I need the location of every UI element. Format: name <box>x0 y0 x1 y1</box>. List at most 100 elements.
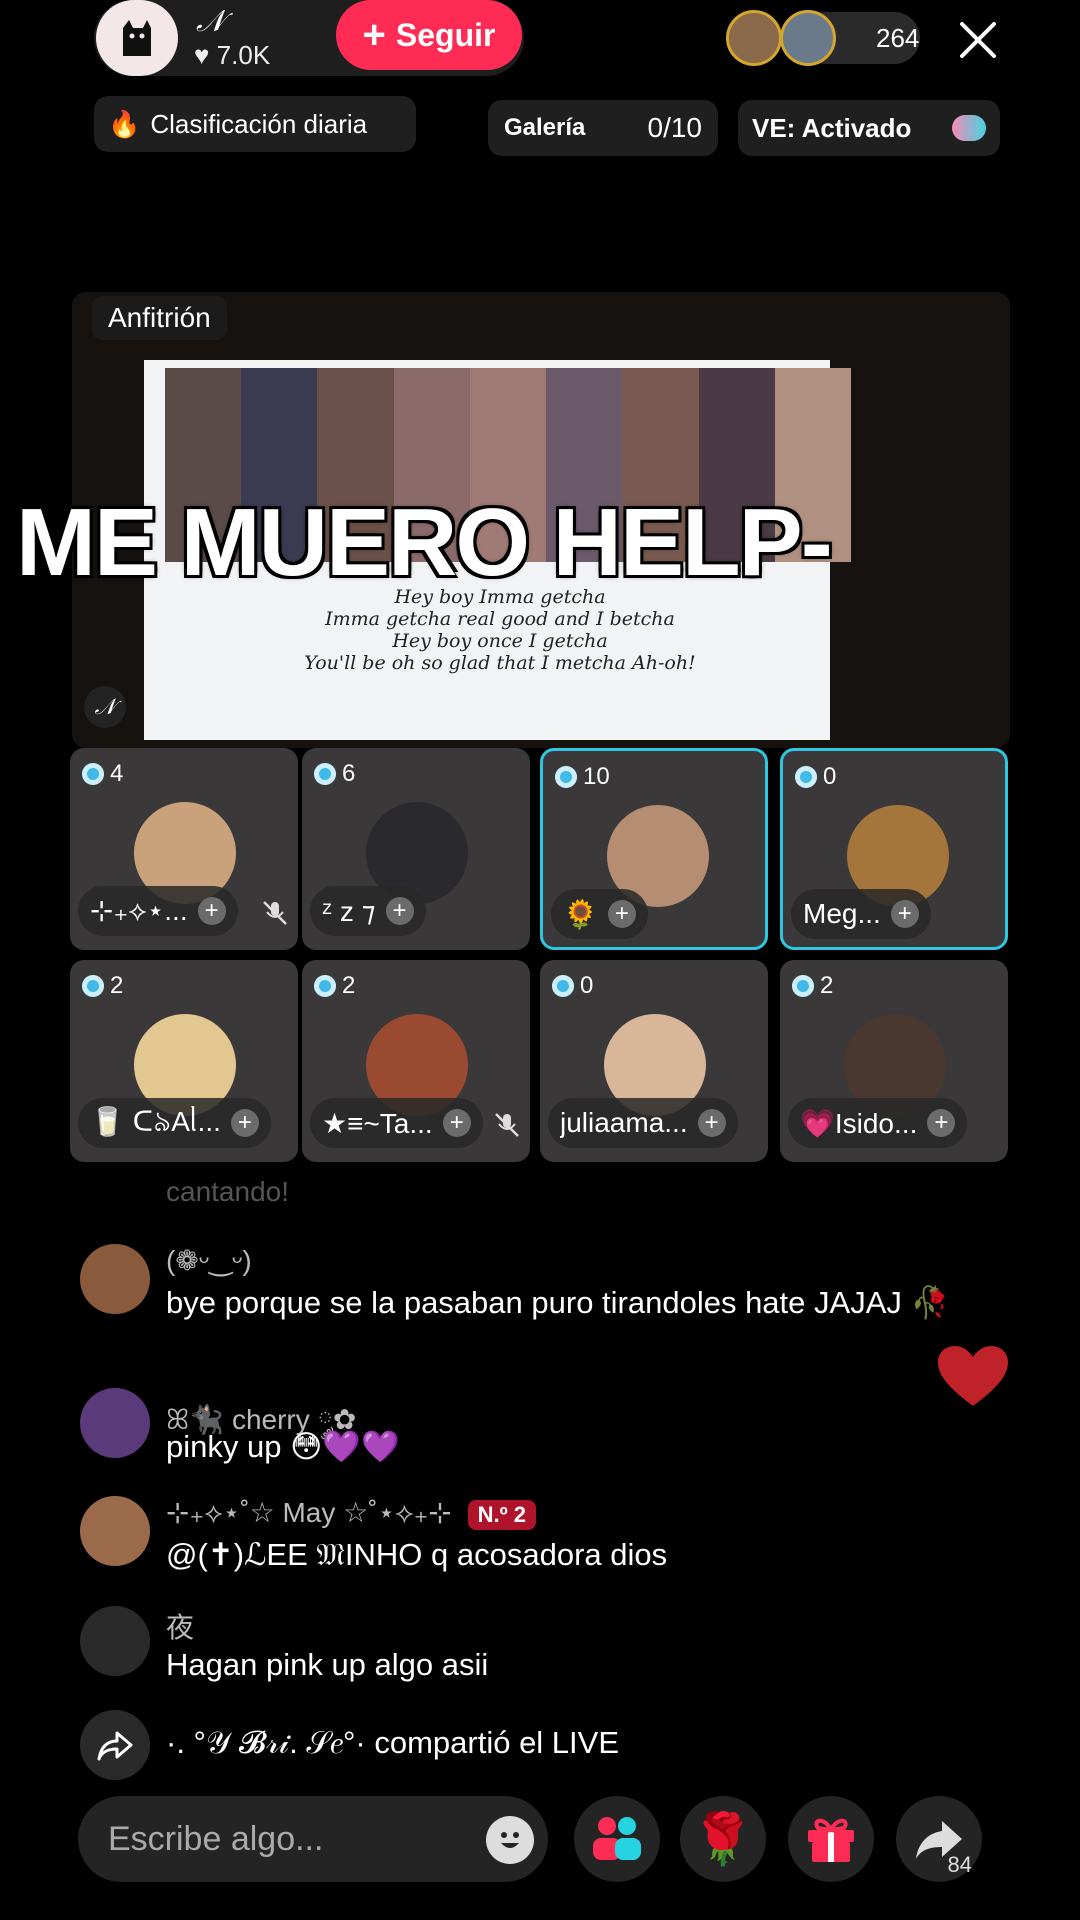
guest-count-value: 4 <box>110 760 124 787</box>
chat-avatar[interactable] <box>80 1606 150 1676</box>
coin-icon <box>552 975 574 997</box>
rose-icon: 🌹 <box>691 1810 755 1867</box>
follow-label: Seguir <box>395 16 496 53</box>
share-button[interactable]: 84 <box>896 1796 982 1882</box>
daily-ranking-chip[interactable]: 🔥 Clasificación diaria <box>94 96 416 152</box>
gift-icon <box>808 1818 854 1862</box>
lyric-line: You'll be oh so glad that I metcha Ah-oh… <box>304 652 696 674</box>
guest-tile[interactable]: 4 ⊹₊⟡⋆... + <box>70 748 298 950</box>
share-count: 84 <box>947 1852 972 1877</box>
chat-message: 夜 Hagan pink up algo asii <box>80 1606 980 1706</box>
plus-icon: + <box>362 13 386 57</box>
guest-gift-count: 4 <box>82 760 123 788</box>
chat-text: pinky up 😳💜💜 <box>166 1429 400 1464</box>
ve-label: VE: Activado <box>752 112 912 143</box>
guest-name: 💗Isido... <box>800 1107 918 1139</box>
coin-icon <box>792 975 814 997</box>
close-icon[interactable] <box>956 18 1000 62</box>
effect-icon <box>952 115 986 141</box>
guest-name: juliaama... <box>560 1107 688 1138</box>
rose-gift-button[interactable]: 🌹 <box>680 1796 766 1882</box>
guest-count-value: 2 <box>110 972 124 999</box>
guest-name-pill[interactable]: ⊹₊⟡⋆... + <box>78 886 238 936</box>
guest-name: 🌻 <box>563 898 598 930</box>
guest-name-pill[interactable]: 🥛 ᑕ৯Aᥣ... + <box>78 1098 271 1148</box>
guest-name-pill[interactable]: ᶻ z ⁊ + <box>310 886 426 936</box>
add-guest-icon[interactable]: + <box>385 897 414 925</box>
chat-username[interactable]: (❁ᵕ‿ᵕ) <box>166 1244 252 1277</box>
share-icon <box>80 1710 150 1780</box>
add-guest-icon[interactable]: + <box>890 900 919 928</box>
lyric-line: Imma getcha real good and I betcha <box>325 608 675 630</box>
guest-name-pill[interactable]: 🌻 + <box>551 889 648 939</box>
host-name[interactable]: 𝒩 <box>196 4 225 39</box>
add-guest-icon[interactable]: + <box>197 897 226 925</box>
guest-count-value: 6 <box>342 760 356 787</box>
chat-text: bye porque se la pasaban puro tirandoles… <box>166 1285 950 1320</box>
gallery-chip[interactable]: Galería 0/10 <box>488 100 718 156</box>
chat-message: ⊹₊⟡⋆˚☆ May ☆˚⋆⟡₊⊹ N.º 2 @(✝)ℒEE 𝔐INHO q … <box>80 1496 980 1596</box>
gallery-label: Galería <box>504 114 586 141</box>
add-guest-icon[interactable]: + <box>607 900 636 928</box>
guest-name: 🥛 ᑕ৯Aᥣ... <box>90 1105 221 1137</box>
guest-count-value: 2 <box>342 972 356 999</box>
chat-username[interactable]: 夜 <box>166 1606 194 1646</box>
add-guest-icon[interactable]: + <box>697 1109 726 1137</box>
ve-chip[interactable]: VE: Activado <box>738 100 1000 156</box>
guest-gift-count: 2 <box>82 972 123 1000</box>
guest-count-value: 10 <box>583 763 610 790</box>
coin-icon <box>555 766 577 788</box>
guest-name: ⊹₊⟡⋆... <box>90 895 188 926</box>
coin-icon <box>82 763 104 785</box>
mic-muted-icon <box>263 901 287 925</box>
guest-name-pill[interactable]: juliaama... + <box>548 1098 738 1148</box>
guest-gift-count: 6 <box>314 760 355 788</box>
chat-username-text: ⊹₊⟡⋆˚☆ May ☆˚⋆⟡₊⊹ <box>166 1497 452 1528</box>
guest-tile[interactable]: 2 ★≡~Ta... + <box>302 960 530 1162</box>
follow-button[interactable]: + Seguir <box>336 0 522 70</box>
guest-count-value: 2 <box>820 972 834 999</box>
guest-gift-count: 0 <box>795 763 836 791</box>
chat-avatar[interactable] <box>80 1388 150 1458</box>
gift-button[interactable] <box>788 1796 874 1882</box>
gallery-count: 0/10 <box>647 112 703 143</box>
rank-badge: N.º 2 <box>467 1499 537 1530</box>
share-event: ·. °𝒴 𝓑𝓇𝒾. 𝒮𝑒°· compartió el LIVE <box>80 1710 980 1780</box>
comment-input[interactable]: Escribe algo... <box>78 1796 548 1882</box>
lyric-line: Hey boy once I getcha <box>392 630 608 652</box>
host-mark: 𝒩 <box>84 686 126 728</box>
ranking-label: Clasificación diaria <box>150 108 368 139</box>
chat-username[interactable]: ⊹₊⟡⋆˚☆ May ☆˚⋆⟡₊⊹ N.º 2 <box>166 1496 537 1530</box>
guest-tile[interactable]: 6 ᶻ z ⁊ + <box>302 748 530 950</box>
people-icon <box>593 1817 641 1860</box>
guest-name-pill[interactable]: ★≡~Ta... + <box>310 1098 483 1148</box>
guest-tile[interactable]: 2 🥛 ᑕ৯Aᥣ... + <box>70 960 298 1162</box>
floating-heart-icon <box>938 1346 1008 1406</box>
add-guest-icon[interactable]: + <box>442 1109 471 1137</box>
add-guest-icon[interactable]: + <box>230 1109 259 1137</box>
top-viewer-avatar[interactable] <box>726 10 782 66</box>
cat-icon <box>123 20 151 56</box>
coin-icon <box>82 975 104 997</box>
guest-gift-count: 0 <box>552 972 593 1000</box>
chat-avatar[interactable] <box>80 1496 150 1566</box>
coin-icon <box>314 763 336 785</box>
guest-tile[interactable]: 10 🌻 + <box>540 748 768 950</box>
multi-guest-button[interactable] <box>574 1796 660 1882</box>
chat-message: ꕤ🐈‍⬛ cherry ༘✿ pinky up 😳💜💜 <box>80 1388 980 1488</box>
emoji-icon[interactable] <box>486 1816 534 1864</box>
guest-count-value: 0 <box>823 763 837 790</box>
guest-gift-count: 2 <box>314 972 355 1000</box>
guest-tile[interactable]: 0 juliaama... + <box>540 960 768 1162</box>
guest-name-pill[interactable]: Meg... + <box>791 889 931 939</box>
host-avatar[interactable] <box>96 0 178 76</box>
mic-muted-icon <box>495 1113 519 1137</box>
guest-tile[interactable]: 0 Meg... + <box>780 748 1008 950</box>
add-guest-icon[interactable]: + <box>927 1109 956 1137</box>
top-viewer-avatar[interactable] <box>780 10 836 66</box>
chat-avatar[interactable] <box>80 1244 150 1314</box>
likes-count: 7.0K <box>216 40 271 70</box>
guest-tile[interactable]: 2 💗Isido... + <box>780 960 1008 1162</box>
guest-name-pill[interactable]: 💗Isido... + <box>788 1098 968 1148</box>
lyrics-text: Hey boy Imma getcha Imma getcha real goo… <box>220 586 780 674</box>
